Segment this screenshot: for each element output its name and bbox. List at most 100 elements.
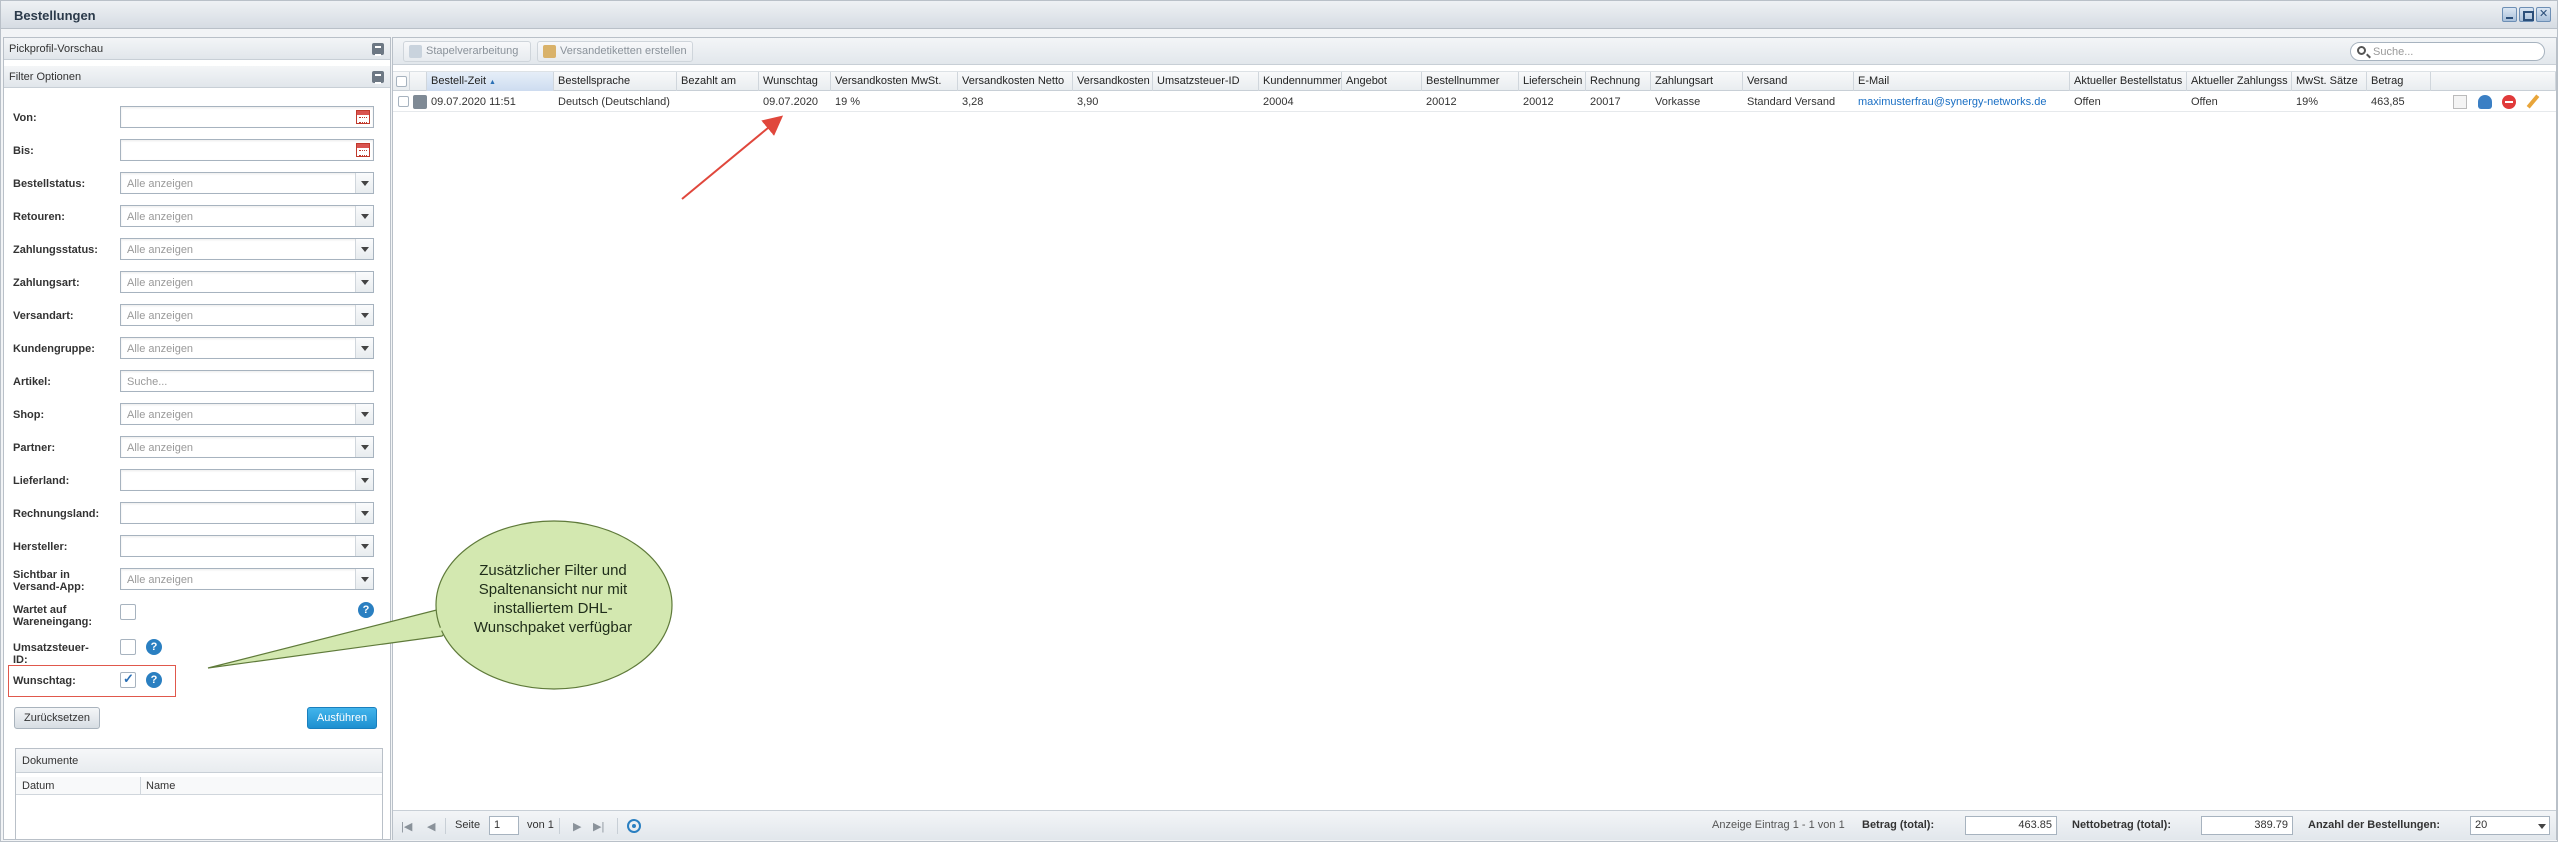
filter-select[interactable] (120, 469, 374, 491)
column-header[interactable]: Lieferschein (1519, 72, 1586, 91)
row-checkbox[interactable] (398, 96, 409, 107)
collapse-icon[interactable] (372, 71, 384, 84)
next-page-icon[interactable]: ▶ (573, 820, 581, 833)
batch-processing-button[interactable]: Stapelverarbeitung (403, 41, 531, 62)
date-field[interactable] (120, 106, 374, 128)
chevron-down-icon[interactable] (355, 470, 373, 490)
page-number-input[interactable]: 1 (489, 816, 519, 835)
paging-toolbar: |◀ ◀ Seite 1 von 1 ▶ ▶| Anzeige Eintrag … (393, 810, 2556, 840)
column-header[interactable]: Aktueller Bestellstatus (2070, 72, 2187, 91)
icon-col-header (410, 72, 427, 91)
chevron-down-icon[interactable] (355, 503, 373, 523)
documents-columns: Datum Name (16, 777, 382, 795)
column-header[interactable]: Betrag (2367, 72, 2431, 91)
column-header[interactable]: Angebot (1342, 72, 1422, 91)
table-cell: 09.07.2020 11:51 (431, 96, 516, 108)
select-all-checkbox[interactable] (396, 76, 407, 87)
column-header[interactable]: Versandkosten MwSt. (831, 72, 958, 91)
order-detail-icon[interactable] (413, 95, 427, 109)
prev-page-icon[interactable]: ◀ (427, 820, 435, 833)
pickprofile-header[interactable]: Pickprofil-Vorschau (4, 38, 390, 60)
column-header[interactable]: Bestell-Zeit ▲ (427, 72, 554, 91)
filter-select[interactable]: Alle anzeigen (120, 205, 374, 227)
article-search-input[interactable]: Suche... (120, 370, 374, 392)
filter-select[interactable]: Alle anzeigen (120, 172, 374, 194)
filter-select[interactable]: Alle anzeigen (120, 568, 374, 590)
chevron-down-icon[interactable] (355, 239, 373, 259)
filter-select[interactable] (120, 535, 374, 557)
column-header[interactable]: Rechnung (1586, 72, 1651, 91)
documents-col-date[interactable]: Datum (22, 780, 54, 792)
calendar-icon[interactable] (356, 143, 370, 157)
filter-label: Lieferland: (13, 475, 70, 487)
refresh-icon[interactable] (627, 819, 641, 833)
filter-row-ustid: Umsatzsteuer-ID: ? (4, 638, 390, 668)
column-header[interactable]: Versandkosten Netto (958, 72, 1073, 91)
document-icon[interactable] (2453, 95, 2467, 109)
column-header[interactable]: Bestellsprache (554, 72, 677, 91)
table-cell: 20012 (1426, 96, 1457, 108)
chevron-down-icon[interactable] (355, 338, 373, 358)
column-header[interactable]: Versandkosten (1073, 72, 1153, 91)
help-icon[interactable]: ? (358, 602, 374, 618)
search-placeholder: Suche... (2373, 46, 2414, 58)
column-header[interactable]: E-Mail (1854, 72, 2070, 91)
chevron-down-icon[interactable] (355, 206, 373, 226)
chevron-down-icon[interactable] (355, 569, 373, 589)
search-input[interactable]: Suche... (2350, 42, 2545, 61)
calendar-icon[interactable] (356, 110, 370, 124)
filter-select[interactable]: Alle anzeigen (120, 304, 374, 326)
filter-select[interactable]: Alle anzeigen (120, 337, 374, 359)
column-header[interactable]: Aktueller Zahlungss (2187, 72, 2292, 91)
last-page-icon[interactable]: ▶| (593, 820, 604, 833)
highlight-box (8, 665, 176, 697)
minimize-icon[interactable] (2502, 7, 2517, 22)
filter-label: Umsatzsteuer-ID: (13, 642, 89, 666)
filter-label: Versandart: (13, 310, 74, 322)
ustid-checkbox[interactable] (120, 639, 136, 655)
column-header[interactable]: Versand (1743, 72, 1854, 91)
filter-select[interactable]: Alle anzeigen (120, 436, 374, 458)
filter-label: Wartet auf Wareneingang: (13, 604, 93, 628)
filter-select[interactable]: Alle anzeigen (120, 271, 374, 293)
column-header-label: Rechnung (1590, 75, 1641, 87)
documents-col-name[interactable]: Name (146, 780, 175, 792)
column-header[interactable]: Bezahlt am (677, 72, 759, 91)
chevron-down-icon[interactable] (355, 404, 373, 424)
customer-icon[interactable] (2478, 95, 2492, 109)
filter-select[interactable] (120, 502, 374, 524)
filter-select[interactable]: Alle anzeigen (120, 403, 374, 425)
filter-options-header[interactable]: Filter Optionen (4, 66, 390, 88)
column-header[interactable]: MwSt. Sätze (2292, 72, 2367, 91)
table-cell (677, 92, 759, 112)
labels-label: Versandetiketten erstellen (560, 45, 687, 57)
email-link[interactable]: maximusterfrau@synergy-networks.de (1854, 92, 2070, 112)
column-header[interactable]: Wunschtag (759, 72, 831, 91)
wareneingang-checkbox[interactable] (120, 604, 136, 620)
run-button[interactable]: Ausführen (307, 707, 377, 729)
column-header[interactable]: Kundennummer (1259, 72, 1342, 91)
chevron-down-icon[interactable] (355, 305, 373, 325)
edit-icon[interactable] (2526, 95, 2540, 109)
field-placeholder: Alle anzeigen (127, 574, 194, 586)
help-icon[interactable]: ? (146, 639, 162, 655)
table-cell: 3,90 (1077, 96, 1099, 108)
chevron-down-icon[interactable] (355, 536, 373, 556)
delete-icon[interactable] (2502, 95, 2516, 109)
close-icon[interactable] (2536, 7, 2551, 22)
chevron-down-icon[interactable] (355, 173, 373, 193)
batch-icon (409, 45, 422, 58)
chevron-down-icon[interactable] (355, 272, 373, 292)
column-header[interactable]: Bestellnummer (1422, 72, 1519, 91)
first-page-icon[interactable]: |◀ (401, 820, 412, 833)
column-header[interactable]: Umsatzsteuer-ID (1153, 72, 1259, 91)
date-field[interactable] (120, 139, 374, 161)
create-labels-button[interactable]: Versandetiketten erstellen (537, 41, 693, 62)
column-header[interactable]: Zahlungsart (1651, 72, 1743, 91)
collapse-icon[interactable] (372, 43, 384, 56)
chevron-down-icon[interactable] (355, 437, 373, 457)
maximize-icon[interactable] (2519, 7, 2534, 22)
table-row[interactable]: 09.07.2020 11:51 Deutsch (Deutschland) 09.… (393, 92, 2556, 112)
filter-select[interactable]: Alle anzeigen (120, 238, 374, 260)
reset-button[interactable]: Zurücksetzen (14, 707, 100, 729)
